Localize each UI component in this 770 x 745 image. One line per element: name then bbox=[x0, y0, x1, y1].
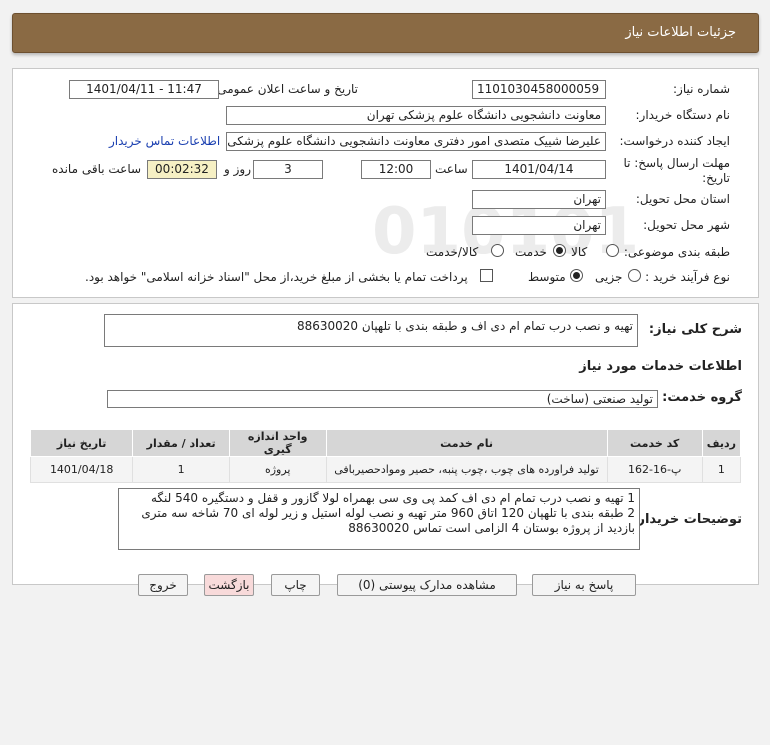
deadline-label: مهلت ارسال پاسخ: تا تاریخ: bbox=[623, 156, 730, 185]
deadline-time-label: ساعت bbox=[435, 162, 468, 176]
table-row: 1 پ-16-162 تولید فراورده های چوب ،چوب پن… bbox=[29, 456, 742, 483]
col-qty-header: تعداد / مقدار bbox=[132, 429, 230, 457]
payment-note: پرداخت تمام یا بخشی از مبلغ خرید،از محل … bbox=[85, 270, 468, 284]
category-radio-service[interactable] bbox=[553, 244, 566, 257]
need-number-field: 1101030458000059 bbox=[472, 80, 606, 99]
days-field: 3 bbox=[253, 160, 323, 179]
announce-label: تاریخ و ساعت اعلان عمومی: bbox=[213, 82, 358, 96]
buyer-notes-line: 1 تهیه و نصب درب تمام ام دی اف کمد پی وی… bbox=[150, 491, 635, 505]
process-label: نوع فرآیند خرید : bbox=[645, 270, 730, 284]
category-radio-goods-service[interactable] bbox=[491, 244, 504, 257]
cell-row: 1 bbox=[701, 456, 742, 483]
remaining-label: ساعت باقی مانده bbox=[52, 162, 142, 176]
buyer-contact-link[interactable]: اطلاعات تماس خریدار bbox=[109, 134, 220, 148]
category-radio-goods[interactable] bbox=[606, 244, 619, 257]
category-label: طبقه بندی موضوعی: bbox=[623, 245, 730, 259]
cell-qty: 1 bbox=[132, 456, 230, 483]
requester-field: علیرضا شییک متصدی امور دفتری معاونت دانش… bbox=[226, 132, 606, 151]
need-number-label: شماره نیاز: bbox=[673, 82, 730, 96]
process-radio-minor[interactable] bbox=[628, 269, 641, 282]
treasury-checkbox[interactable] bbox=[480, 269, 493, 282]
category-option-goods-service: کالا/خدمت bbox=[426, 245, 479, 259]
cell-name: تولید فراورده های چوب ،چوب پنبه، حصیر وم… bbox=[325, 456, 608, 483]
buyer-notes-field: 1 تهیه و نصب درب تمام ام دی اف کمد پی وی… bbox=[118, 488, 640, 550]
services-table: ردیف کد خدمت نام خدمت واحد اندازه گیری ت… bbox=[29, 429, 742, 483]
process-option-medium: متوسط bbox=[528, 270, 566, 284]
col-date-header: تاریخ نیاز bbox=[29, 429, 134, 457]
cell-unit: پروژه bbox=[228, 456, 327, 483]
province-field: تهران bbox=[472, 190, 606, 209]
table-header-row: ردیف کد خدمت نام خدمت واحد اندازه گیری ت… bbox=[29, 429, 742, 457]
buyer-notes-line: 2 طبقه بندی با تلهپان 120 اتاق 960 متر ت… bbox=[141, 506, 635, 520]
buyer-org-label: نام دستگاه خریدار: bbox=[635, 108, 731, 122]
deadline-date-field: 1401/04/14 bbox=[472, 160, 606, 179]
cell-date: 1401/04/18 bbox=[29, 456, 134, 483]
process-option-minor: جزیی bbox=[595, 270, 623, 284]
category-option-goods: کالا bbox=[571, 245, 588, 259]
requester-label: ایجاد کننده درخواست: bbox=[619, 134, 730, 148]
col-code-header: کد خدمت bbox=[606, 429, 703, 457]
buyer-org-field: معاونت دانشجویی دانشگاه علوم پزشکی تهران bbox=[226, 106, 606, 125]
service-group-label: گروه خدمت: bbox=[662, 390, 742, 405]
city-label: شهر محل تحویل: bbox=[643, 218, 730, 232]
header-bar: جزئیات اطلاعات نیاز bbox=[12, 13, 759, 53]
back-button[interactable]: بازگشت bbox=[204, 574, 254, 596]
page-title: جزئیات اطلاعات نیاز bbox=[625, 25, 736, 40]
reply-button[interactable]: پاسخ به نیاز bbox=[532, 574, 636, 596]
province-label: استان محل تحویل: bbox=[635, 192, 730, 206]
col-name-header: نام خدمت bbox=[325, 429, 608, 457]
summary-label: شرح کلی نیاز: bbox=[648, 322, 742, 337]
summary-field: تهیه و نصب درب تمام ام دی اف و طبقه بندی… bbox=[104, 314, 638, 347]
deadline-time-field: 12:00 bbox=[361, 160, 431, 179]
category-option-service: خدمت bbox=[515, 245, 547, 259]
process-radio-medium[interactable] bbox=[570, 269, 583, 282]
col-unit-header: واحد اندازه گیری bbox=[228, 429, 327, 457]
remaining-time-field: 00:02:32 bbox=[147, 160, 217, 179]
service-group-field: تولید صنعتی (ساخت) bbox=[107, 390, 658, 408]
buyer-notes-label: توضیحات خریدار: bbox=[632, 512, 742, 527]
print-button[interactable]: چاپ bbox=[271, 574, 320, 596]
attachments-button[interactable]: مشاهده مدارک پیوستی (0) bbox=[337, 574, 517, 596]
exit-button[interactable]: خروج bbox=[138, 574, 188, 596]
col-row-header: ردیف bbox=[701, 429, 742, 457]
days-label: روز و bbox=[224, 162, 251, 176]
services-info-title: اطلاعات خدمات مورد نیاز bbox=[579, 359, 742, 374]
city-field: تهران bbox=[472, 216, 606, 235]
announce-field: 1401/04/11 - 11:47 bbox=[69, 80, 219, 99]
cell-code: پ-16-162 bbox=[606, 456, 703, 483]
buyer-notes-line: بازدید از پروژه بوستان 4 الزامی است تماس… bbox=[348, 521, 635, 535]
